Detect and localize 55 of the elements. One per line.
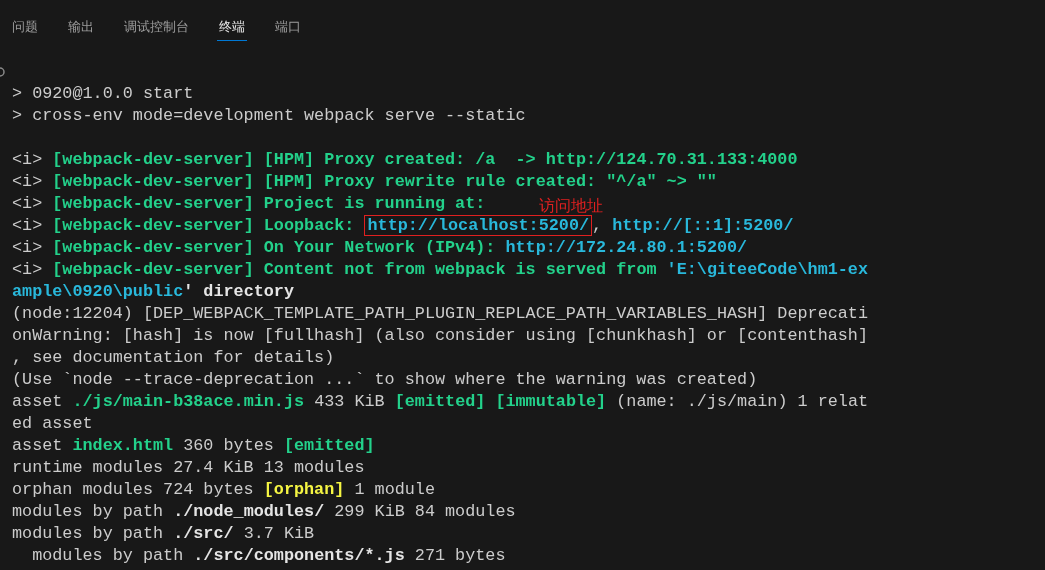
terminal-text: <i> — [12, 260, 44, 279]
terminal-text: 3.7 KiB — [242, 524, 315, 543]
terminal-text: asset — [12, 392, 64, 411]
terminal-text: [webpack-dev-server] [HPM] Proxy rewrite rule created: "^/a" ~> "" — [52, 172, 717, 191]
terminal-text: 271 bytes — [413, 546, 506, 565]
terminal-text: asset — [12, 436, 64, 455]
terminal-text: ./js/main-b38ace.min.js — [72, 392, 305, 411]
terminal-text: ./src/ — [173, 524, 234, 543]
terminal-text: [webpack-dev-server] [HPM] Proxy created: /a -> http://124.70.31.133:4000 — [52, 150, 798, 169]
terminal-text: [orphan] — [263, 480, 345, 499]
terminal-text: > cross-env mode=development webpack serve --static — [12, 106, 526, 125]
terminal-text: [emitted] — [283, 436, 375, 455]
panel-tab[interactable]: 问题 — [10, 15, 40, 41]
terminal-text: 433 KiB — [313, 392, 386, 411]
terminal-text: <i> — [12, 150, 44, 169]
terminal-text: (Use `node --trace-deprecation ...` to show where the warning was created) — [12, 370, 758, 389]
terminal-text: 360 bytes — [182, 436, 275, 455]
terminal-link[interactable]: http://localhost:5200/ — [367, 216, 590, 235]
terminal-link[interactable]: http://172.24.80.1:5200/ — [505, 238, 748, 257]
terminal-text: ed asset — [12, 414, 93, 433]
terminal-text: modules by path — [12, 524, 165, 543]
terminal-text: <i> — [12, 238, 44, 257]
terminal-text: ./src/components/*.js — [193, 546, 405, 565]
terminal-text: , — [592, 216, 604, 235]
panel-tab[interactable]: 输出 — [66, 15, 96, 41]
command-decoration-icon — [0, 67, 5, 77]
terminal-text: <i> — [12, 172, 44, 191]
terminal-text: [webpack-dev-server] On Your Network (IPv4): — [52, 238, 497, 257]
terminal-text: ' directory — [183, 282, 294, 301]
terminal-text: 1 module — [353, 480, 435, 499]
terminal-text: 299 KiB 84 modules — [333, 502, 516, 521]
terminal-text: [webpack-dev-server] Project is running at: — [52, 194, 486, 213]
terminal-link[interactable]: ample\0920\public — [12, 282, 184, 301]
terminal-text: ./node_modules/ — [173, 502, 325, 521]
terminal-text: orphan modules 724 bytes — [12, 480, 255, 499]
annotation-label: 访问地址 — [539, 196, 604, 216]
terminal-text: <i> — [12, 194, 44, 213]
terminal-text: > 0920@1.0.0 start — [12, 84, 194, 103]
terminal-text: (node:12204) [DEP_WEBPACK_TEMPLATE_PATH_PLUGIN_REPLACE_PATH_VARIABLES_HASH] Deprecati — [12, 304, 868, 323]
terminal-text: , see documentation for details) — [12, 348, 335, 367]
terminal-text: runtime modules 27.4 KiB 13 modules — [12, 458, 365, 477]
terminal-link[interactable]: 'E:\giteeCode\hm1-ex — [666, 260, 868, 279]
terminal-text: index.html — [72, 436, 174, 455]
terminal-text: [webpack-dev-server] Loopback: — [52, 216, 356, 235]
terminal-text: modules by path — [31, 546, 185, 565]
terminal-text: [emitted] [immutable] — [394, 392, 607, 411]
terminal-text: [webpack-dev-server] Content not from webpack is served from — [52, 260, 658, 279]
panel-tab[interactable]: 端口 — [273, 15, 303, 41]
terminal-link[interactable]: http://[::1]:5200/ — [612, 216, 794, 235]
terminal-text: <i> — [12, 216, 44, 235]
terminal-text: (name: ./js/main) 1 relat — [615, 392, 869, 411]
terminal-text: modules by path — [12, 502, 165, 521]
terminal-text: onWarning: [hash] is now [fullhash] (also consider using [chunkhash] or [contenthash] — [12, 326, 868, 345]
panel-tab[interactable]: 调试控制台 — [122, 15, 191, 41]
panel-tab[interactable]: 终端 — [217, 15, 247, 41]
